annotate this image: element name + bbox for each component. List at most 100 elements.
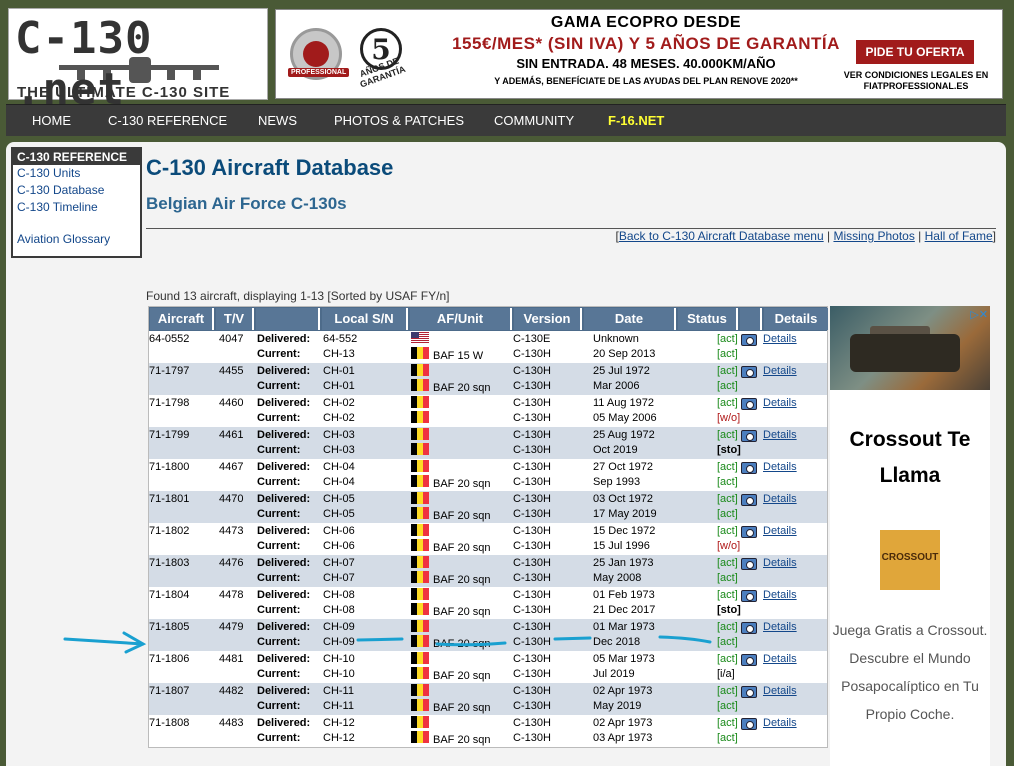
belgium-flag-icon [411,428,429,440]
camera-icon[interactable] [741,558,757,570]
tv-number: 4476 [219,557,244,569]
delivered-status: [act] [717,717,738,729]
camera-icon[interactable] [741,494,757,506]
camera-icon[interactable] [741,462,757,474]
details-link[interactable]: Details [763,620,797,635]
missing-photos-link[interactable]: Missing Photos [833,229,914,243]
banner-ad[interactable]: PROFESSIONAL 5 AÑOS DE GARANTÍA GAMA ECO… [275,9,1003,99]
back-to-menu-link[interactable]: Back to C-130 Aircraft Database menu [619,229,824,243]
details-link[interactable]: Details [763,684,797,699]
details-link[interactable]: Details [763,652,797,667]
delivered-sn: CH-11 [323,685,354,697]
delivered-version: C-130H [513,525,551,537]
belgium-flag-icon [411,507,429,519]
nav-photos-patches[interactable]: PHOTOS & PATCHES [334,105,464,137]
delivered-status: [act] [717,621,738,633]
belgium-flag-icon [411,635,429,647]
aircraft-serial[interactable]: 71-1802 [149,524,189,539]
aircraft-serial[interactable]: 71-1799 [149,428,189,443]
sidebar-link-glossary[interactable]: Aviation Glossary [13,231,140,248]
aircraft-serial[interactable]: 71-1808 [149,716,189,731]
aircraft-serial[interactable]: 71-1798 [149,396,189,411]
nav-c130-reference[interactable]: C-130 REFERENCE [108,105,227,137]
sidebar-link-units[interactable]: C-130 Units [13,165,140,182]
aircraft-serial[interactable]: 71-1806 [149,652,189,667]
col-date[interactable]: Date [584,308,676,330]
details-link[interactable]: Details [763,364,797,379]
nav-news[interactable]: NEWS [258,105,297,137]
ad-game-image: ▷✕ [830,306,990,390]
current-date: 03 Apr 1973 [593,732,653,744]
camera-icon[interactable] [741,718,757,730]
details-link[interactable]: Details [763,556,797,571]
details-link[interactable]: Details [763,716,797,731]
details-link[interactable]: Details [763,396,797,411]
site-logo[interactable]: C-130 .net THE ULTIMATE C-130 SITE [8,8,268,115]
current-sn: CH-09 [323,636,355,648]
belgium-flag-icon [411,460,429,472]
page-subtitle: Belgian Air Force C-130s [146,194,347,213]
details-link[interactable]: Details [763,524,797,539]
camera-icon[interactable] [741,334,757,346]
current-status: [act] [717,380,738,392]
af-unit: BAF 20 sqn [433,382,491,394]
aircraft-serial[interactable]: 71-1797 [149,364,189,379]
nav-community[interactable]: COMMUNITY [494,105,574,137]
aircraft-serial[interactable]: 71-1803 [149,556,189,571]
current-date: Sep 1993 [593,476,641,488]
camera-icon[interactable] [741,398,757,410]
adchoices-icon[interactable]: ▷✕ [970,308,988,321]
current-version: C-130H [513,380,551,392]
camera-icon[interactable] [741,590,757,602]
aircraft-serial[interactable]: 71-1805 [149,620,189,635]
camera-icon[interactable] [741,622,757,634]
camera-icon[interactable] [741,686,757,698]
ad-fineprint: Y ADEMÁS, BENEFÍCIATE DE LAS AYUDAS DEL … [494,76,798,86]
aircraft-serial[interactable]: 71-1800 [149,460,189,475]
col-version[interactable]: Version [514,308,582,330]
af-unit: BAF 20 sqn [433,734,491,746]
camera-icon[interactable] [741,654,757,666]
col-af-unit[interactable]: AF/Unit [410,308,512,330]
hall-of-fame-link[interactable]: Hall of Fame [925,229,993,243]
ad-legal-link[interactable]: VER CONDICIONES LEGALES EN FIATPROFESSIO… [841,70,991,92]
details-link[interactable]: Details [763,588,797,603]
delivered-version: C-130H [513,621,551,633]
camera-icon[interactable] [741,366,757,378]
delivered-version: C-130H [513,397,551,409]
details-link[interactable]: Details [763,428,797,443]
col-aircraft[interactable]: Aircraft [150,308,214,330]
delivered-date: 01 Feb 1973 [593,589,655,601]
sidebar-link-timeline[interactable]: C-130 Timeline [13,199,140,216]
belgium-flag-icon [411,411,429,423]
details-link[interactable]: Details [763,332,797,347]
aircraft-serial[interactable]: 71-1807 [149,684,189,699]
details-link[interactable]: Details [763,492,797,507]
result-count: Found 13 aircraft, displaying 1-13 [Sort… [146,289,450,303]
ad-offer-button[interactable]: PIDE TU OFERTA [856,40,974,64]
details-link[interactable]: Details [763,460,797,475]
delivered-sn: CH-08 [323,589,355,601]
current-date: 05 May 2006 [593,412,657,424]
nav-home[interactable]: HOME [32,105,71,137]
nav-f16-net[interactable]: F-16.NET [608,105,664,137]
belgium-flag-icon [411,539,429,551]
col-tv[interactable]: T/V [216,308,254,330]
logo-tagline: THE ULTIMATE C-130 SITE [17,84,231,101]
current-sn: CH-02 [323,412,355,424]
col-local-sn[interactable]: Local S/N [322,308,408,330]
delivered-status: [act] [717,493,738,505]
af-unit: BAF 20 sqn [433,702,491,714]
camera-icon[interactable] [741,526,757,538]
aircraft-serial[interactable]: 71-1804 [149,588,189,603]
side-ad[interactable]: ▷✕ Crossout Te Llama CROSSOUT Juega Grat… [830,306,990,766]
camera-icon[interactable] [741,430,757,442]
col-status[interactable]: Status [678,308,738,330]
delivered-sn: CH-09 [323,621,355,633]
current-sn: CH-03 [323,444,355,456]
current-status: [w/o] [717,412,741,424]
table-row: 71-1800 4467 Delivered: Current: CH-04 CH-04 B… [149,459,827,491]
sidebar-link-database[interactable]: C-130 Database [13,182,140,199]
aircraft-serial[interactable]: 64-0552 [149,332,189,347]
aircraft-serial[interactable]: 71-1801 [149,492,189,507]
